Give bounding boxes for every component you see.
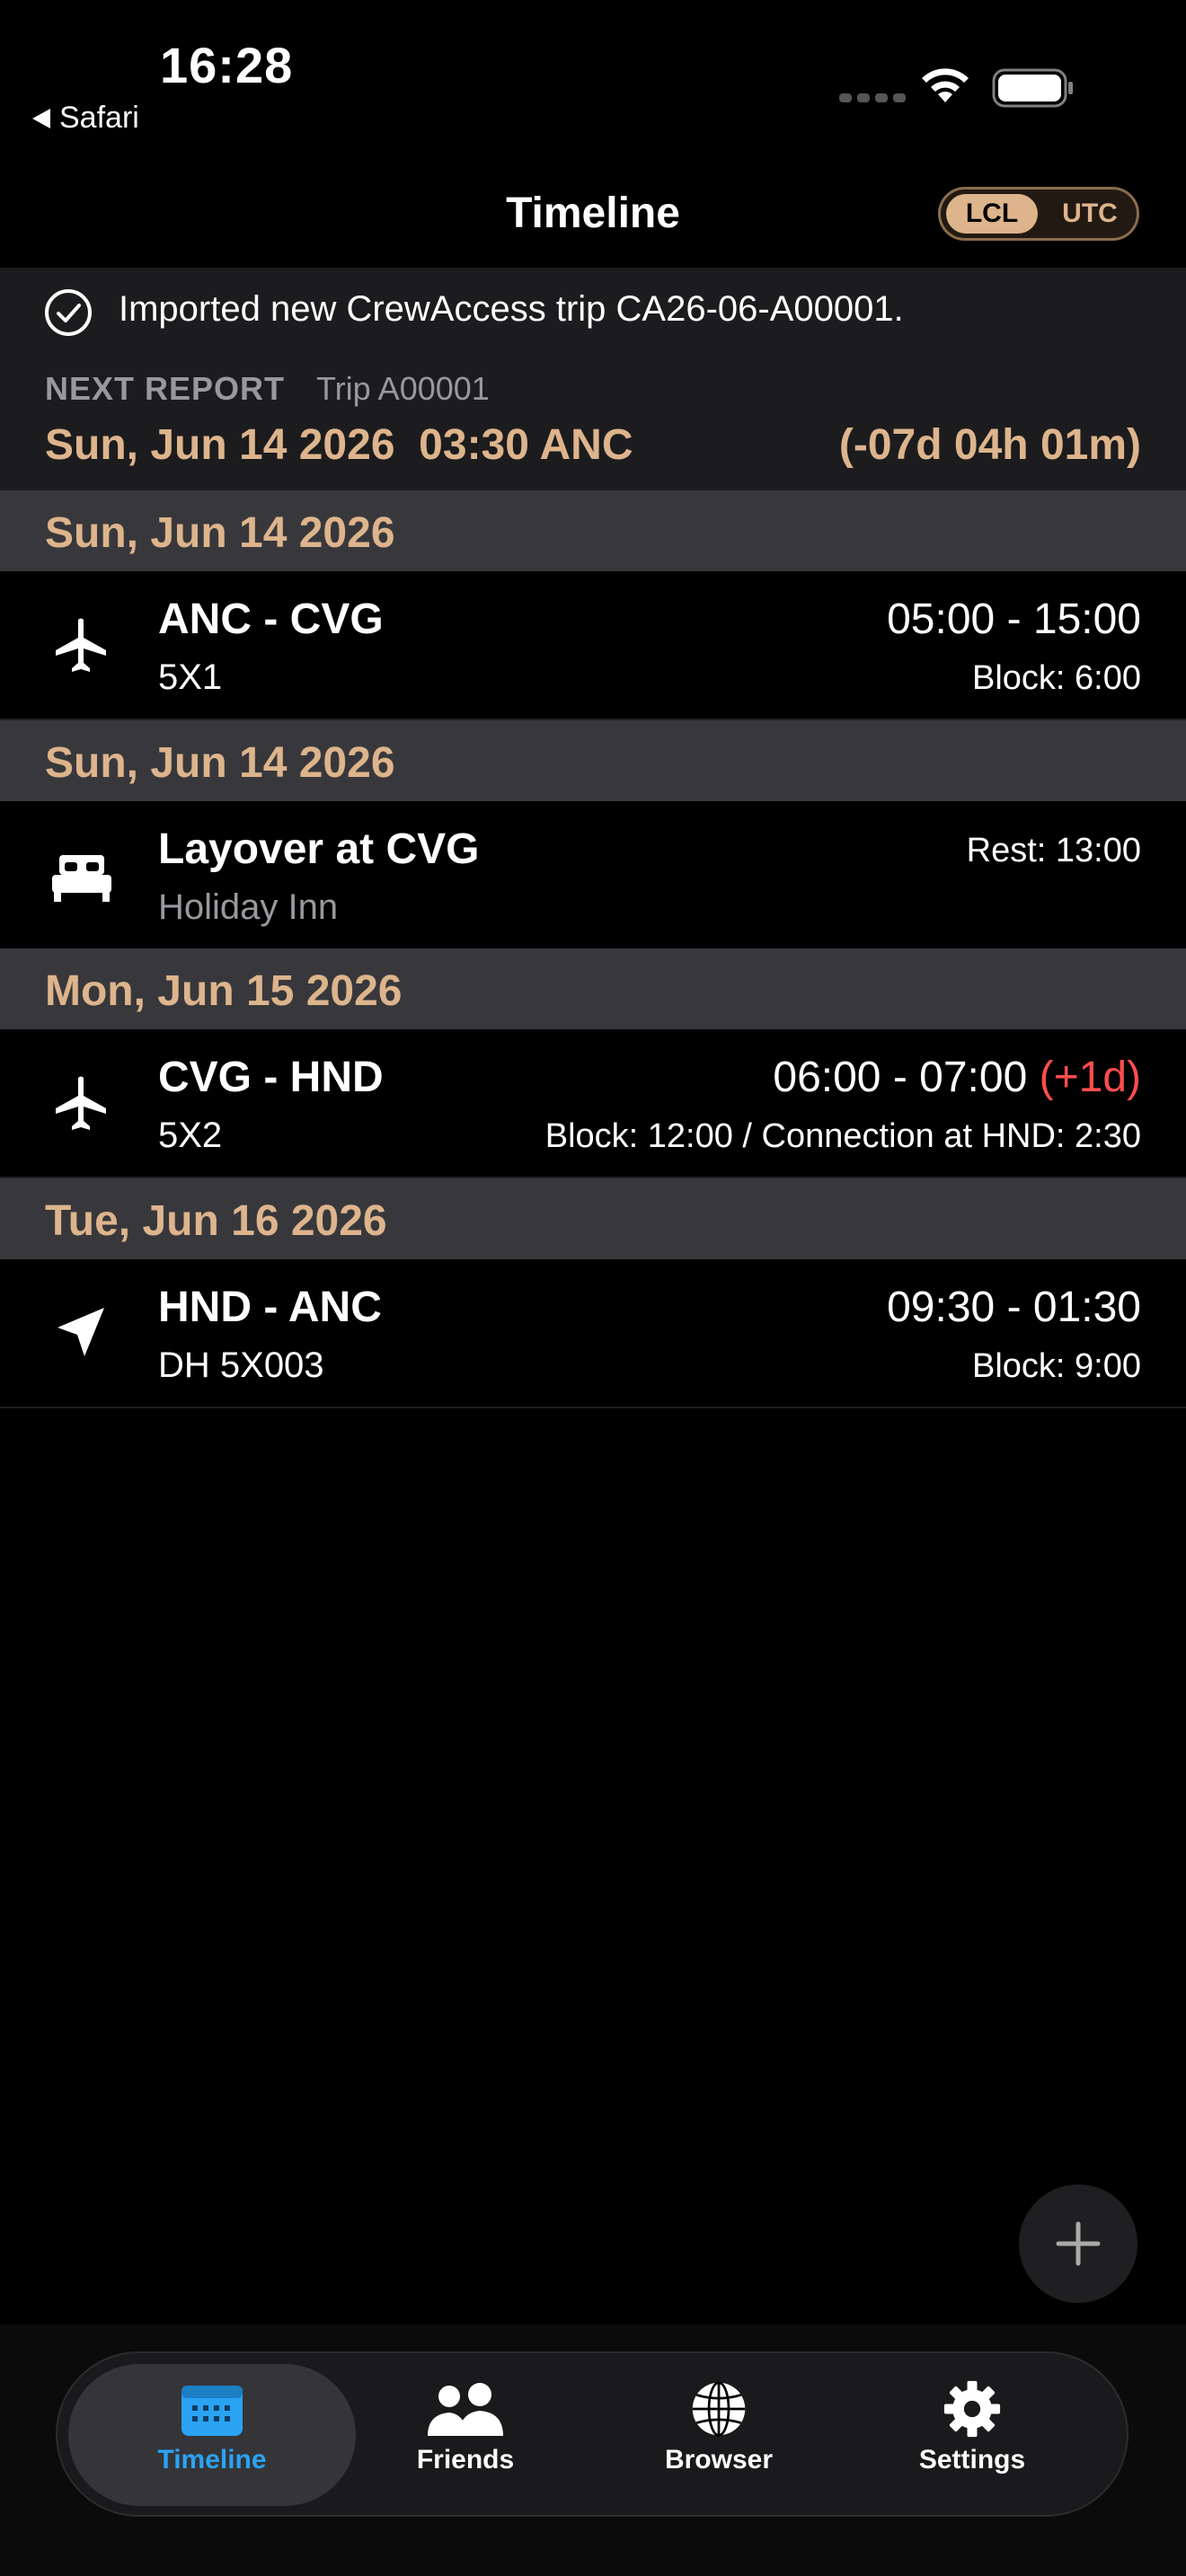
next-report-datetime: Sun, Jun 14 2026 03:30 ANC [45,421,633,469]
row-time: 09:30 - 01:30 [887,1284,1141,1331]
next-day-indicator: (+1d) [1039,1054,1141,1101]
next-report-countdown: (-07d 04h 01m) [838,421,1141,469]
calendar-icon [181,2386,243,2436]
row-title: ANC - CVG [158,595,384,643]
row-subtitle: Holiday Inn [158,887,339,927]
timeline-row-flight[interactable]: ANC - CVG 5X1 05:00 - 15:00 Block: 6:00 [0,571,1186,720]
tz-option-lcl[interactable]: LCL [946,194,1038,234]
tab-label: Friends [416,2445,515,2475]
checkmark-circle-icon [45,289,92,336]
plus-icon [1056,2221,1101,2266]
timezone-toggle[interactable]: LCL UTC [938,187,1139,241]
status-time: 16:28 [160,37,294,93]
day-header: Sun, Jun 14 2026 [0,490,1186,571]
add-button[interactable] [1019,2184,1137,2303]
tab-label: Browser [664,2445,774,2475]
row-time: 06:00 - 07:00 (+1d) [773,1054,1141,1101]
row-detail: Block: 6:00 [972,659,1141,697]
timeline-row-flight[interactable]: CVG - HND 5X2 06:00 - 07:00 (+1d) Block:… [0,1029,1186,1178]
location-arrow-icon [58,1308,104,1356]
row-time: 05:00 - 15:00 [887,595,1141,643]
back-app-label: Safari [59,101,139,135]
row-subtitle: 5X1 [158,657,223,697]
day-header-label: Mon, Jun 15 2026 [45,967,403,1015]
row-detail: Block: 9:00 [972,1347,1141,1385]
cellular-signal-icon [839,93,906,102]
row-subtitle: DH 5X003 [158,1345,324,1385]
tz-option-utc[interactable]: UTC [1047,194,1133,234]
timeline-row-layover[interactable]: Layover at CVG Holiday Inn Rest: 13:00 [0,801,1186,950]
tab-label: Timeline [157,2445,267,2475]
row-detail: Block: 12:00 / Connection at HND: 2:30 [544,1117,1141,1155]
day-header-label: Sun, Jun 14 2026 [45,509,395,557]
back-to-app-link[interactable]: Safari [32,101,139,136]
next-report-trip: Trip A00001 [316,370,490,407]
battery-icon [992,68,1073,108]
timeline-row-deadhead[interactable]: HND - ANC DH 5X003 09:30 - 01:30 Block: … [0,1259,1186,1408]
airplane-icon [56,1076,106,1130]
day-header-label: Tue, Jun 16 2026 [45,1197,387,1245]
people-icon [428,2383,503,2436]
airplane-icon [56,618,106,672]
tab-friends[interactable]: Friends [349,2380,582,2497]
day-header: Tue, Jun 16 2026 [0,1178,1186,1259]
row-detail: Rest: 13:00 [966,832,1141,869]
bed-icon [52,855,111,902]
row-title: HND - ANC [158,1284,382,1331]
day-header: Sun, Jun 14 2026 [0,720,1186,801]
row-title: CVG - HND [158,1054,384,1101]
day-header: Mon, Jun 15 2026 [0,948,1186,1029]
globe-icon [692,2381,746,2437]
tab-label: Settings [918,2445,1026,2475]
import-notice: Imported new CrewAccess trip CA26-06-A00… [119,289,904,329]
back-triangle-icon [32,108,50,128]
day-header-label: Sun, Jun 14 2026 [45,739,395,787]
row-title: Layover at CVG [158,825,480,873]
wifi-icon [922,68,969,102]
next-report-label: NEXT REPORT [45,370,286,407]
tab-settings[interactable]: Settings [855,2380,1089,2497]
tab-timeline[interactable]: Timeline [95,2380,329,2497]
gear-icon [943,2380,1001,2438]
tab-browser[interactable]: Browser [602,2380,836,2497]
row-subtitle: 5X2 [158,1116,223,1155]
